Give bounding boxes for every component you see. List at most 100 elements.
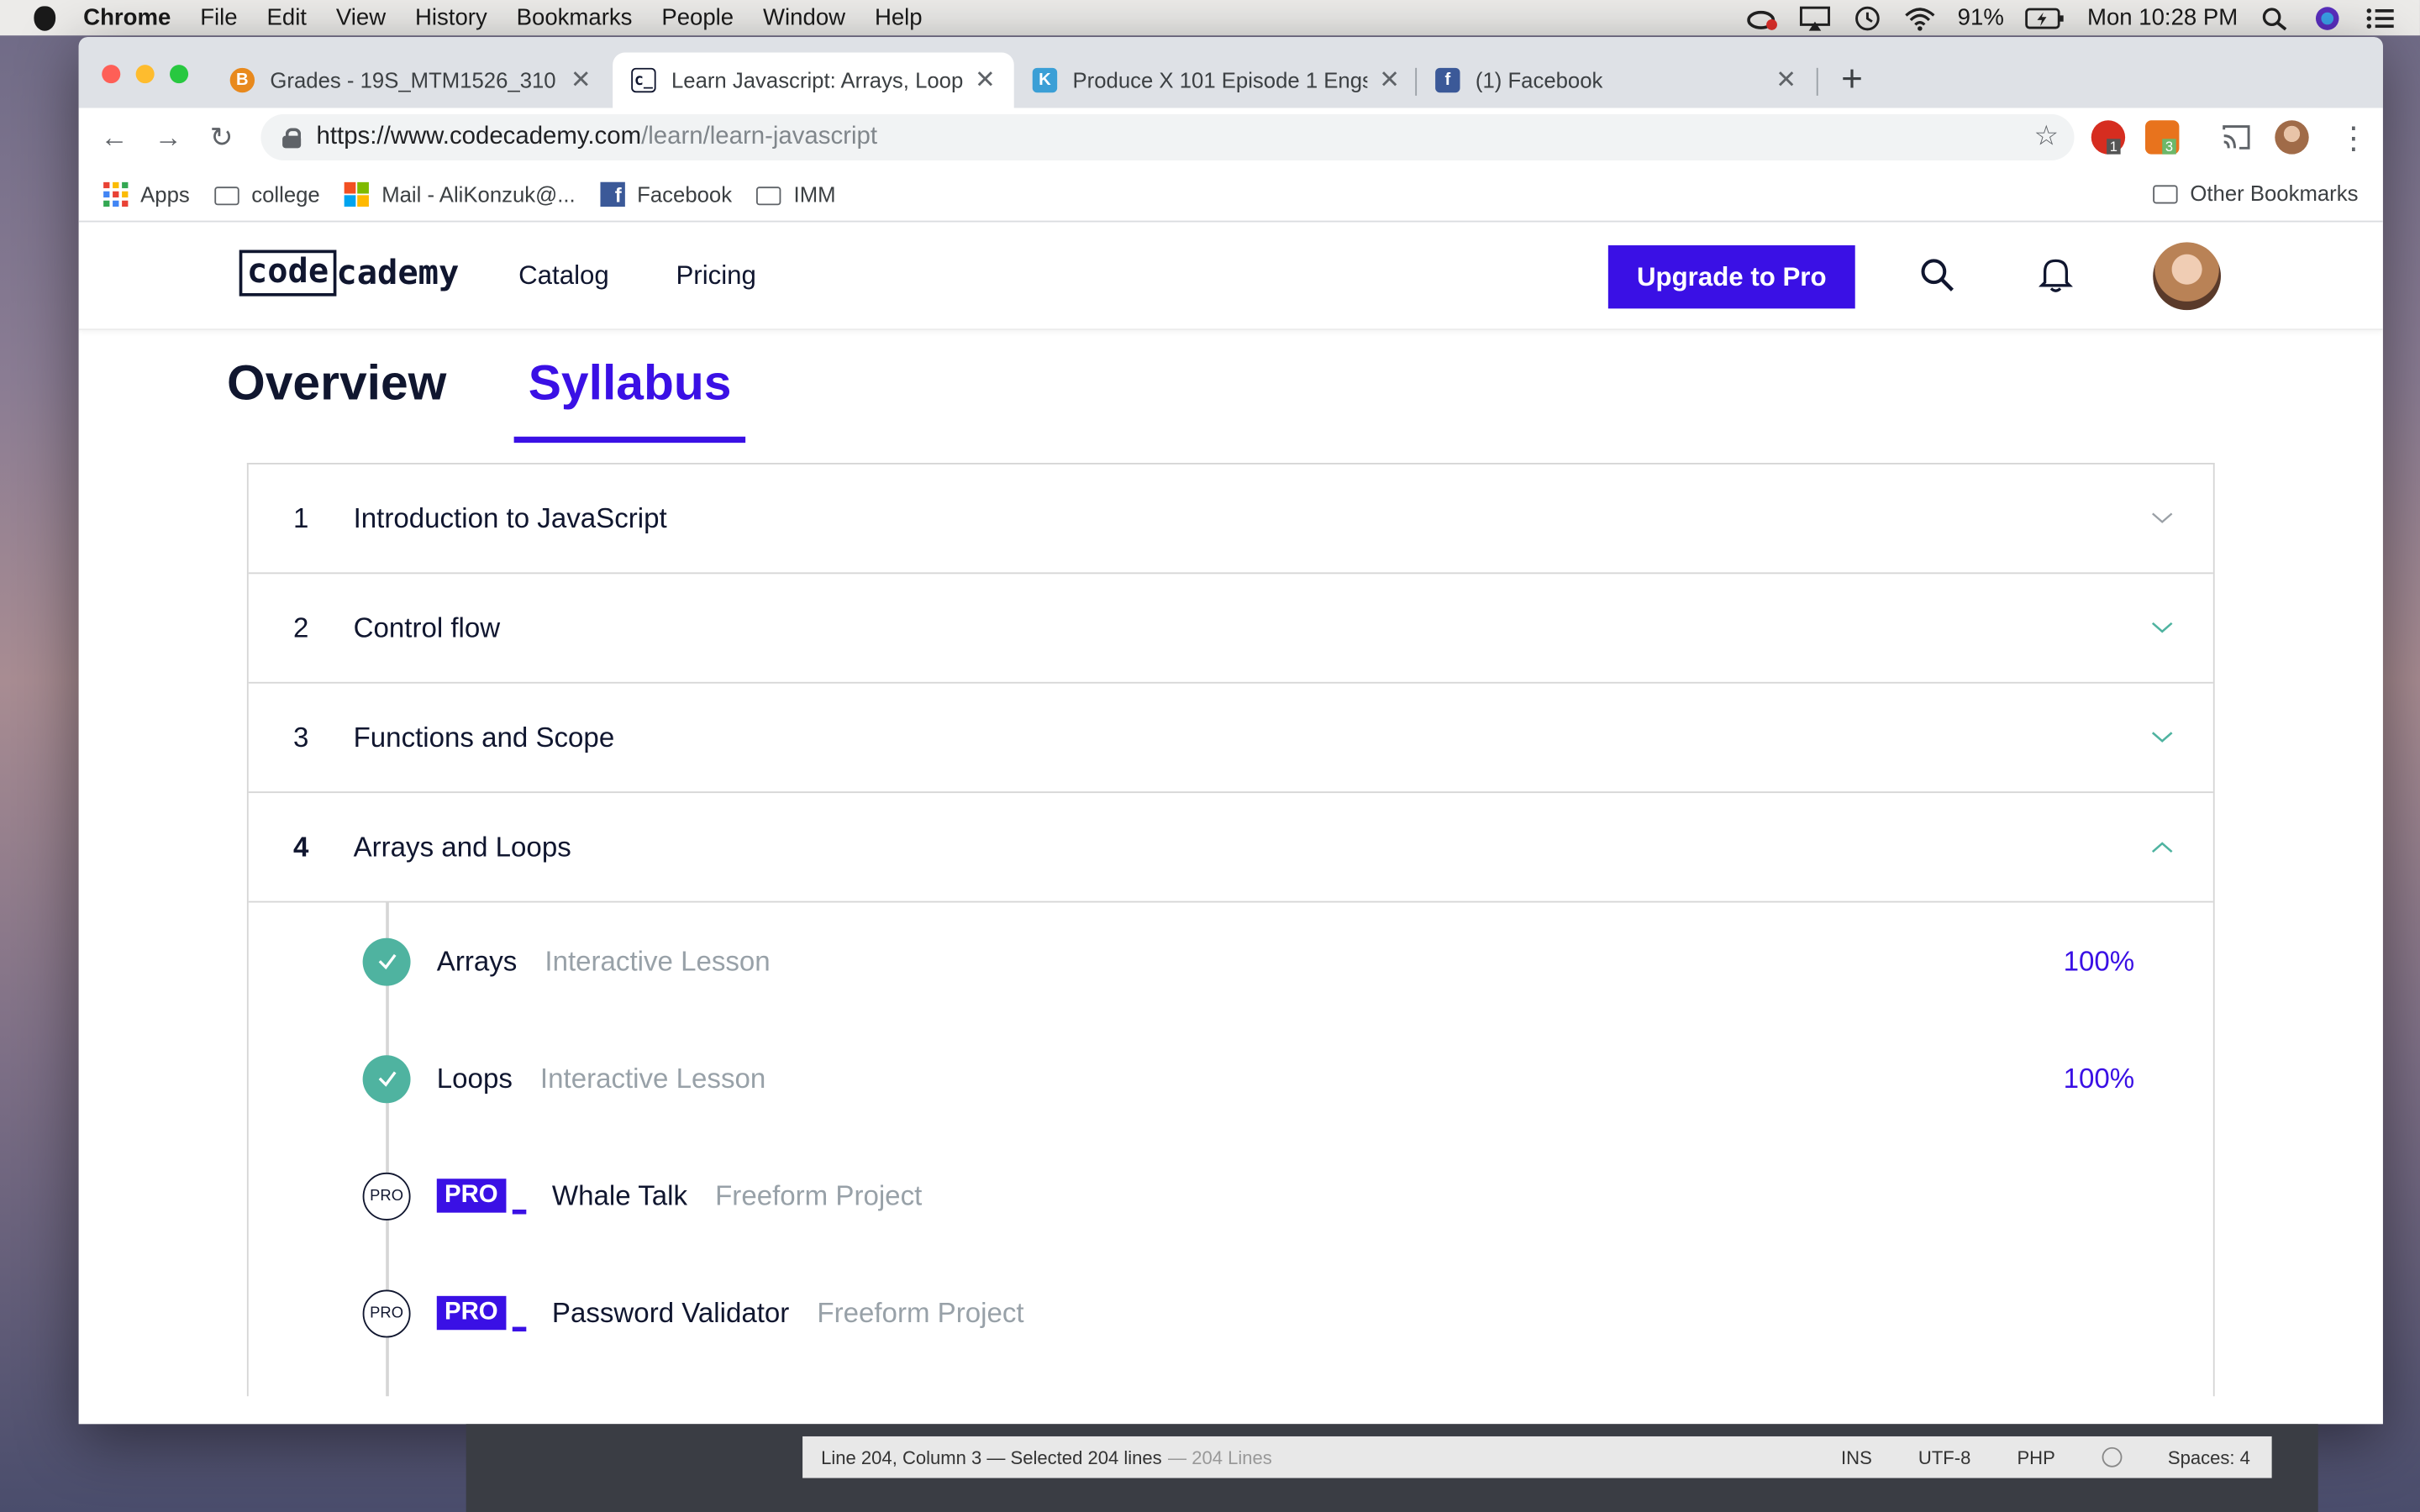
battery-percent: 91% [1957, 4, 2004, 31]
menubar-clock[interactable]: Mon 10:28 PM [2087, 5, 2238, 31]
back-arrow-icon[interactable]: ← [100, 122, 128, 155]
bookmark-apps[interactable]: Apps [103, 181, 190, 207]
tab-syllabus[interactable]: Syllabus [514, 354, 745, 444]
status-circle-icon[interactable] [2101, 1446, 2122, 1467]
outlook-icon [345, 181, 370, 207]
bookmark-label: IMM [793, 181, 836, 207]
search-icon[interactable] [1920, 258, 1954, 291]
time-machine-icon[interactable] [1853, 5, 1884, 30]
siri-icon[interactable] [2312, 5, 2343, 29]
bookmark-label: Apps [140, 181, 190, 207]
nav-pricing[interactable]: Pricing [676, 260, 755, 291]
apple-icon[interactable] [34, 5, 56, 30]
spotlight-search-icon[interactable] [2260, 5, 2291, 30]
status-encoding[interactable]: UTF-8 [1918, 1446, 1970, 1468]
bell-icon[interactable] [2039, 256, 2073, 293]
lesson-item[interactable]: PRO PRO Whale Talk Freeform Project [362, 1171, 923, 1221]
cast-icon[interactable] [2221, 123, 2252, 151]
bookmark-facebook[interactable]: f Facebook [600, 181, 732, 207]
lesson-progress: 100% [2063, 1062, 2135, 1094]
menu-view[interactable]: View [336, 5, 386, 31]
close-tab-icon[interactable]: ✕ [1379, 65, 1400, 96]
site-header: code cademy Catalog Pricing Upgrade to Pr… [78, 222, 2383, 331]
check-icon [362, 937, 411, 985]
other-bookmarks[interactable]: Other Bookmarks [2153, 181, 2358, 205]
logo-code: code [239, 249, 337, 297]
lesson-name: Loops [436, 1062, 513, 1094]
unit-row[interactable]: 2 Control flow [248, 574, 2213, 684]
tab-title: Grades - 19S_MTM1526_310 R [270, 67, 559, 93]
status-syntax[interactable]: PHP [2017, 1446, 2054, 1468]
menu-help[interactable]: Help [875, 5, 923, 31]
chevron-up-icon[interactable] [2151, 836, 2173, 858]
wifi-icon[interactable] [1905, 5, 1936, 30]
tab-title: Learn Javascript: Arrays, Loops [671, 67, 963, 93]
bookmark-college[interactable]: college [214, 181, 320, 206]
chevron-down-icon[interactable] [2151, 727, 2173, 748]
lock-icon[interactable] [282, 128, 302, 149]
lesson-item[interactable]: Arrays Interactive Lesson 100% [362, 937, 2175, 986]
lesson-name: Whale Talk [551, 1179, 688, 1210]
chevron-down-icon[interactable] [2151, 617, 2173, 639]
tab-facebook[interactable]: f (1) Facebook ✕ [1417, 52, 1815, 108]
menu-people[interactable]: People [661, 5, 734, 31]
tab-produce-x[interactable]: K Produce X 101 Episode 1 Engsu ✕ [1014, 52, 1418, 108]
battery-icon[interactable] [2026, 5, 2066, 29]
airplay-icon[interactable] [1800, 5, 1831, 30]
status-mode[interactable]: INS [1841, 1446, 1872, 1468]
address-bar[interactable]: https://www.codecademy.com/learn/learn-j… [260, 113, 2075, 161]
profile-avatar[interactable] [2275, 120, 2309, 155]
upgrade-to-pro-button[interactable]: Upgrade to Pro [1607, 245, 1855, 309]
forward-arrow-icon[interactable]: → [155, 122, 182, 155]
unit-number: 3 [292, 721, 309, 753]
close-tab-icon[interactable]: ✕ [1776, 65, 1797, 96]
close-tab-icon[interactable]: ✕ [975, 65, 996, 96]
status-spaces[interactable]: Spaces: 4 [2168, 1446, 2250, 1468]
tab-overview[interactable]: Overview [227, 354, 446, 430]
tab-title: (1) Facebook [1475, 67, 1603, 93]
pro-circle-icon: PRO [362, 1289, 411, 1337]
chrome-menu-icon[interactable]: ⋮ [2338, 118, 2370, 157]
codecademy-logo[interactable]: code cademy [239, 249, 459, 297]
user-avatar[interactable] [2153, 242, 2222, 311]
menu-window[interactable]: Window [763, 5, 845, 31]
creative-cloud-icon[interactable] [1747, 5, 1779, 29]
new-tab-plus-icon[interactable]: + [1841, 59, 1863, 102]
minimize-window-button[interactable] [135, 65, 155, 84]
tab-grades[interactable]: B Grades - 19S_MTM1526_310 R ✕ [212, 52, 610, 108]
nav-catalog[interactable]: Catalog [518, 260, 609, 291]
close-window-button[interactable] [102, 65, 121, 84]
close-tab-icon[interactable]: ✕ [571, 65, 592, 96]
bookmarks-bar: Apps college Mail - AliKonzuk@... f Face… [78, 166, 2383, 223]
menu-history[interactable]: History [415, 5, 487, 31]
chevron-down-icon[interactable] [2151, 507, 2173, 529]
lesson-list: Arrays Interactive Lesson 100% Loops Int… [249, 902, 2213, 1397]
notification-center-icon[interactable] [2365, 5, 2396, 29]
zoom-window-button[interactable] [170, 65, 189, 84]
kissasian-favicon: K [1032, 67, 1058, 93]
lesson-progress: 100% [2063, 944, 2135, 976]
lesson-item[interactable]: Loops Interactive Lesson 100% [362, 1053, 2175, 1103]
lesson-type: Freeform Project [715, 1179, 923, 1210]
url-path: /learn/learn-javascript [641, 123, 877, 150]
syllabus-list: 1 Introduction to JavaScript 2 Control f… [246, 463, 2215, 1397]
menu-file[interactable]: File [200, 5, 237, 31]
lesson-item[interactable]: PRO PRO Password Validator Freeform Proj… [362, 1289, 1024, 1338]
lesson-type: Interactive Lesson [539, 1062, 766, 1094]
bookmark-star-icon[interactable]: ☆ [2034, 120, 2060, 153]
bookmark-imm[interactable]: IMM [756, 181, 836, 207]
menu-bookmarks[interactable]: Bookmarks [517, 5, 633, 31]
unit-number: 2 [292, 612, 309, 643]
folder-icon [756, 186, 781, 205]
folder-icon [214, 186, 239, 205]
menu-app-name[interactable]: Chrome [83, 5, 171, 31]
menu-edit[interactable]: Edit [266, 5, 306, 31]
tab-codecademy[interactable]: c_ Learn Javascript: Arrays, Loops ✕ [613, 52, 1014, 108]
unit-row-expanded[interactable]: 4 Arrays and Loops [248, 793, 2213, 903]
pro-badge-underscore [512, 1209, 526, 1215]
bookmark-mail[interactable]: Mail - AliKonzuk@... [345, 181, 576, 207]
unit-row[interactable]: 3 Functions and Scope [248, 684, 2213, 794]
unit-number: 4 [292, 831, 309, 862]
reload-icon[interactable]: ↻ [210, 122, 234, 155]
unit-row[interactable]: 1 Introduction to JavaScript [248, 465, 2213, 575]
